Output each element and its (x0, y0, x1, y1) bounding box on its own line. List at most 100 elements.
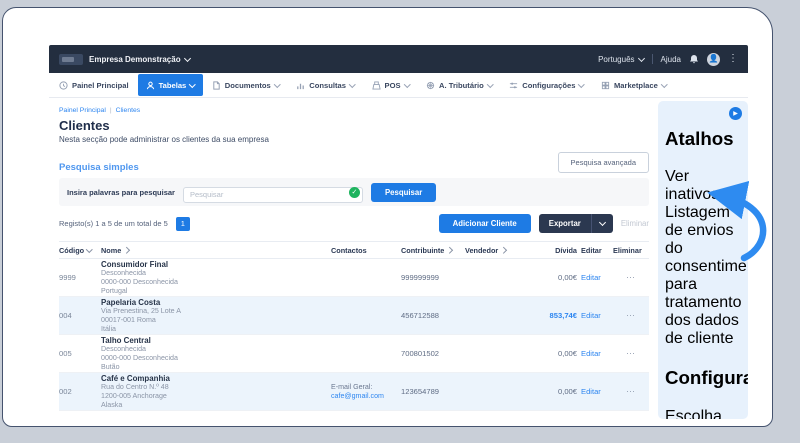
client-debt: 0,00€ (527, 273, 577, 282)
client-code: 9999 (59, 273, 97, 282)
edit-client-link[interactable]: Editar (581, 349, 609, 358)
export-dropdown-caret[interactable] (591, 214, 613, 233)
client-debt[interactable]: 853,74€ (527, 311, 577, 320)
client-vat: 456712588 (401, 311, 461, 320)
menu-item-a-tributario[interactable]: A. Tributário (418, 73, 500, 97)
client-code: 004 (59, 311, 97, 320)
column-header-eliminar: Eliminar (613, 246, 649, 255)
search-bar: Insira palavras para pesquisar ✓ Pesquis… (59, 178, 649, 206)
client-name-address: Talho Central Desconhecida 0000-000 Desc… (101, 336, 327, 372)
column-header-codigo[interactable]: Código (59, 246, 97, 255)
shortcuts-title: Atalhos (665, 128, 741, 150)
workspace: Painel Principal | Clientes Clientes Nes… (49, 98, 748, 419)
client-name-address: Consumidor Final Desconhecida 0000-000 D… (101, 260, 327, 296)
menu-item-configuracoes[interactable]: Configurações (501, 73, 592, 97)
client-name: Café e Companhia (101, 374, 327, 383)
search-valid-check-icon: ✓ (349, 187, 360, 198)
breadcrumb-parent[interactable]: Painel Principal (59, 107, 106, 114)
chevron-down-icon (487, 81, 493, 87)
breadcrumb-current[interactable]: Clientes (116, 107, 141, 114)
client-contacts: E-mail Geral: cafe@gmail.com (331, 383, 397, 401)
config-title: Configurações (665, 367, 741, 389)
menu-item-label: POS (385, 81, 401, 90)
row-more-options[interactable]: ⋯ (613, 349, 649, 358)
menu-item-consultas[interactable]: Consultas (288, 73, 362, 97)
column-header-contribuinte[interactable]: Contribuinte (401, 246, 461, 255)
records-count: Registo(s) 1 a 5 de um total de 5 (59, 219, 168, 228)
export-button[interactable]: Exportar (539, 214, 613, 233)
simple-search-title: Pesquisa simples (59, 162, 139, 173)
table-row[interactable]: 004 Papelaria Costa Via Prenestina, 25 L… (59, 297, 649, 335)
collapse-panel-button[interactable]: ▶ (729, 107, 742, 120)
user-avatar[interactable]: 👤 (707, 53, 720, 66)
dashboard-clock-icon (59, 81, 68, 90)
chevron-down-icon (184, 54, 191, 61)
client-name: Consumidor Final (101, 260, 327, 269)
table-row[interactable]: 9999 Consumidor Final Desconhecida 0000-… (59, 259, 649, 297)
notifications-bell-icon[interactable] (689, 54, 699, 64)
pagination-page-1[interactable]: 1 (176, 217, 190, 231)
clients-table: Código Nome Contactos Contribuinte Vende… (59, 241, 649, 419)
table-row[interactable]: Restaurante Exemplo (59, 411, 649, 419)
search-input[interactable] (183, 187, 363, 203)
search-button[interactable]: Pesquisar (371, 183, 436, 202)
add-client-button[interactable]: Adicionar Cliente (439, 214, 531, 233)
company-logo (59, 54, 83, 65)
row-more-options[interactable]: ⋯ (613, 311, 649, 320)
menu-item-painel-principal[interactable]: Painel Principal (51, 73, 137, 97)
edit-client-link[interactable]: Editar (581, 273, 609, 282)
sliders-icon (509, 81, 518, 90)
sort-icon (123, 247, 129, 253)
sort-icon (446, 247, 452, 253)
page-subtitle: Nesta secção pode administrar os cliente… (59, 135, 649, 144)
breadcrumb: Painel Principal | Clientes (59, 107, 649, 114)
config-choose-columns[interactable]: Escolha as colunas que deseja ver na lis… (665, 408, 741, 419)
language-selector[interactable]: Português (598, 55, 643, 64)
column-header-divida[interactable]: Dívida (527, 246, 577, 255)
search-label: Insira palavras para pesquisar (67, 188, 175, 197)
delete-selected-button[interactable]: Eliminar (621, 219, 649, 228)
client-code: 005 (59, 349, 97, 358)
contact-label: E-mail Geral: (331, 383, 397, 392)
menu-item-pos[interactable]: POS (364, 73, 418, 97)
advanced-search-button[interactable]: Pesquisa avançada (558, 152, 649, 173)
chevron-down-icon (404, 81, 410, 87)
menu-item-label: Tabelas (159, 81, 187, 90)
sort-down-icon (86, 246, 92, 252)
help-sidebar: ▶ Atalhos Ver inativos Listagem de envio… (658, 101, 748, 419)
column-header-editar: Editar (581, 246, 609, 255)
shortcut-listagem-consentimento[interactable]: Listagem de envios do consentimento para… (665, 204, 741, 348)
menu-item-tabelas[interactable]: Tabelas (138, 74, 203, 96)
edit-client-link[interactable]: Editar (581, 311, 609, 320)
browser-card: Empresa Demonstração Português Ajuda 👤 ⋮ (2, 7, 773, 427)
chevron-down-icon (189, 81, 195, 87)
client-debt: 0,00€ (527, 387, 577, 396)
edit-client-link[interactable]: Editar (581, 387, 609, 396)
helm-wheel-icon (426, 81, 435, 90)
menu-item-label: Painel Principal (72, 81, 129, 90)
divider (652, 54, 653, 64)
client-name: Papelaria Costa (101, 298, 327, 307)
table-row[interactable]: 002 Café e Companhia Rua do Centro N.º 4… (59, 373, 649, 411)
menu-item-documentos[interactable]: Documentos (204, 73, 288, 97)
contact-email-link[interactable]: cafe@gmail.com (331, 392, 397, 401)
menu-item-label: Documentos (225, 81, 271, 90)
row-more-options[interactable]: ⋯ (613, 273, 649, 282)
column-header-nome[interactable]: Nome (101, 246, 327, 255)
clients-main: Painel Principal | Clientes Clientes Nes… (49, 98, 649, 419)
column-header-contactos: Contactos (331, 246, 397, 255)
shortcut-ver-inativos[interactable]: Ver inativos (665, 168, 741, 204)
company-switcher[interactable]: Empresa Demonstração (89, 55, 190, 64)
more-menu-icon[interactable]: ⋮ (728, 54, 738, 64)
help-link[interactable]: Ajuda (661, 55, 681, 64)
menu-item-label: Consultas (309, 81, 346, 90)
chevron-down-icon (599, 219, 606, 226)
row-more-options[interactable]: ⋯ (613, 387, 649, 396)
column-header-vendedor[interactable]: Vendedor (465, 246, 523, 255)
menu-item-marketplace[interactable]: Marketplace (593, 73, 674, 97)
table-row[interactable]: 005 Talho Central Desconhecida 0000-000 … (59, 335, 649, 373)
client-vat: 999999999 (401, 273, 461, 282)
top-navbar: Empresa Demonstração Português Ajuda 👤 ⋮ (49, 45, 748, 73)
grid-icon (601, 81, 610, 90)
main-menu: Painel Principal Tabelas Documentos Cons… (49, 73, 748, 98)
